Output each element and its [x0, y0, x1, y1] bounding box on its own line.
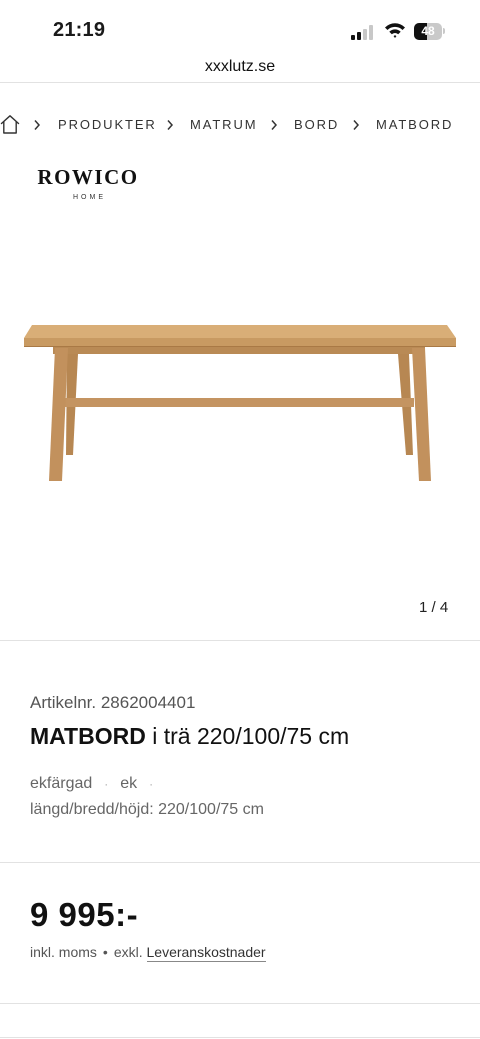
chevron-right-icon [353, 120, 360, 130]
home-icon[interactable] [0, 114, 20, 135]
attribute-color: ekfärgad [30, 775, 93, 792]
chevron-right-icon [271, 120, 278, 130]
battery-icon: 48 [414, 23, 442, 40]
separator-dot: · [149, 777, 154, 791]
price-note: inkl. moms • exkl. Leveranskostnader [30, 944, 266, 962]
product-price: 9 995:- [30, 896, 139, 933]
incl-vat-text: inkl. moms [30, 944, 97, 960]
excl-text: exkl. [113, 944, 143, 960]
shipping-costs-link[interactable]: Leveranskostnader [146, 944, 266, 962]
product-title-bold: MATBORD [30, 723, 146, 749]
image-counter: 1 / 4 [419, 599, 449, 616]
status-time: 21:19 [53, 19, 106, 41]
breadcrumb-item-bord[interactable]: BORD [294, 117, 339, 132]
info-divider [0, 862, 480, 863]
product-attributes: ekfärgad · ek · [30, 775, 165, 793]
address-bar[interactable]: xxxlutz.se [0, 56, 480, 82]
product-title: MATBORD i trä 220/100/75 cm [30, 723, 349, 750]
product-dimensions: längd/bredd/höjd: 220/100/75 cm [30, 801, 264, 818]
header-divider [0, 82, 480, 83]
status-bar: 21:19 48 [0, 0, 480, 56]
battery-percentage: 48 [421, 24, 435, 38]
product-image-dining-table[interactable] [20, 318, 460, 488]
chevron-right-icon [34, 120, 41, 130]
bottom-divider [0, 1037, 480, 1038]
breadcrumb-item-matbord[interactable]: MATBORD [376, 117, 453, 132]
breadcrumb-item-matrum[interactable]: MATRUM [190, 117, 257, 132]
product-title-rest: i trä 220/100/75 cm [145, 723, 350, 749]
brand-name: ROWICO [37, 165, 139, 189]
battery-tip [443, 28, 445, 34]
chevron-right-icon [167, 120, 174, 130]
separator-dot: · [104, 777, 109, 791]
article-number: Artikelnr. 2862004401 [30, 693, 196, 712]
breadcrumb: PRODUKTER MATRUM BORD MATBORD [0, 113, 480, 137]
gallery-divider [0, 640, 480, 641]
breadcrumb-item-produkter[interactable]: PRODUKTER [58, 117, 157, 132]
brand-subtitle: HOME [73, 194, 106, 201]
brand-logo[interactable]: ROWICO HOME [36, 165, 140, 201]
attribute-material: ek [120, 775, 138, 792]
wifi-icon [385, 23, 405, 38]
price-divider [0, 1003, 480, 1004]
cellular-signal-icon [351, 24, 376, 40]
bullet-separator: • [102, 944, 108, 960]
